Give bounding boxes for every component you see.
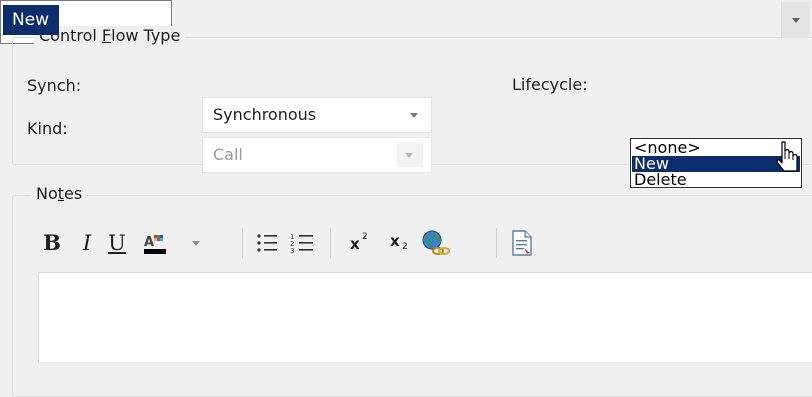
- italic-icon: I: [82, 231, 92, 255]
- kind-label: Kind:: [27, 119, 68, 138]
- bold-button[interactable]: B: [40, 226, 64, 260]
- font-color-dropdown-icon[interactable]: [192, 241, 200, 246]
- subscript-index: 2: [402, 242, 408, 252]
- subscript-button[interactable]: x 2: [390, 232, 416, 258]
- underline-icon: U: [108, 231, 126, 255]
- chevron-down-icon: [792, 18, 800, 23]
- hyperlink-icon[interactable]: [420, 229, 450, 259]
- kind-combobox: Call: [202, 137, 432, 173]
- notes-title: Notes: [31, 184, 88, 204]
- underline-button[interactable]: U: [105, 226, 129, 260]
- numbered-list-icon[interactable]: 1 2 3: [290, 231, 314, 255]
- font-color-icon[interactable]: A: [142, 232, 168, 256]
- synch-value: Synchronous: [213, 105, 317, 124]
- kind-value: Call: [213, 145, 243, 164]
- chevron-down-icon: [405, 153, 413, 158]
- synch-combobox[interactable]: Synchronous: [202, 97, 432, 133]
- italic-button[interactable]: I: [78, 226, 96, 260]
- lifecycle-option-delete[interactable]: Delete: [632, 172, 800, 188]
- superscript-icon: x: [350, 235, 360, 253]
- toolbar-separator: [330, 228, 331, 258]
- mouse-cursor-icon: [776, 141, 798, 172]
- lifecycle-drop-button[interactable]: [781, 2, 810, 38]
- superscript-button[interactable]: x 2: [350, 232, 376, 258]
- toolbar-separator: [242, 228, 243, 258]
- superscript-exponent: 2: [362, 232, 368, 242]
- lifecycle-value: New: [3, 5, 60, 35]
- chevron-down-icon: [410, 113, 418, 118]
- subscript-icon: x: [390, 232, 400, 250]
- svg-text:3: 3: [290, 247, 294, 255]
- svg-text:A: A: [144, 235, 154, 250]
- lifecycle-label: Lifecycle:: [512, 75, 588, 94]
- synch-label: Synch:: [27, 76, 82, 95]
- toolbar-separator: [496, 228, 497, 258]
- notes-text-area[interactable]: [38, 272, 812, 362]
- document-icon[interactable]: [511, 230, 533, 256]
- bold-icon: B: [43, 230, 61, 255]
- bulleted-list-icon[interactable]: [256, 231, 278, 255]
